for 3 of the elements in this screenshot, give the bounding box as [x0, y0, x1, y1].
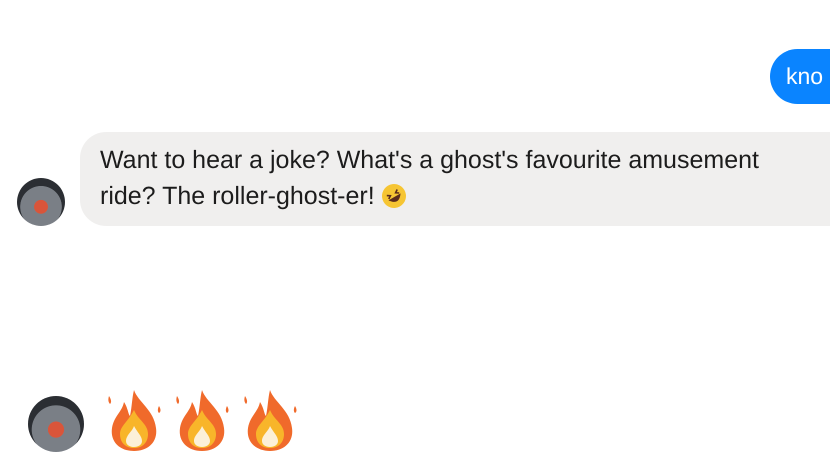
avatar: [17, 178, 65, 226]
message-bubble: kno: [770, 49, 830, 104]
message-text: Want to hear a joke? What's a ghost's favourite amusement ride? The roller-ghost-er!: [100, 145, 760, 212]
